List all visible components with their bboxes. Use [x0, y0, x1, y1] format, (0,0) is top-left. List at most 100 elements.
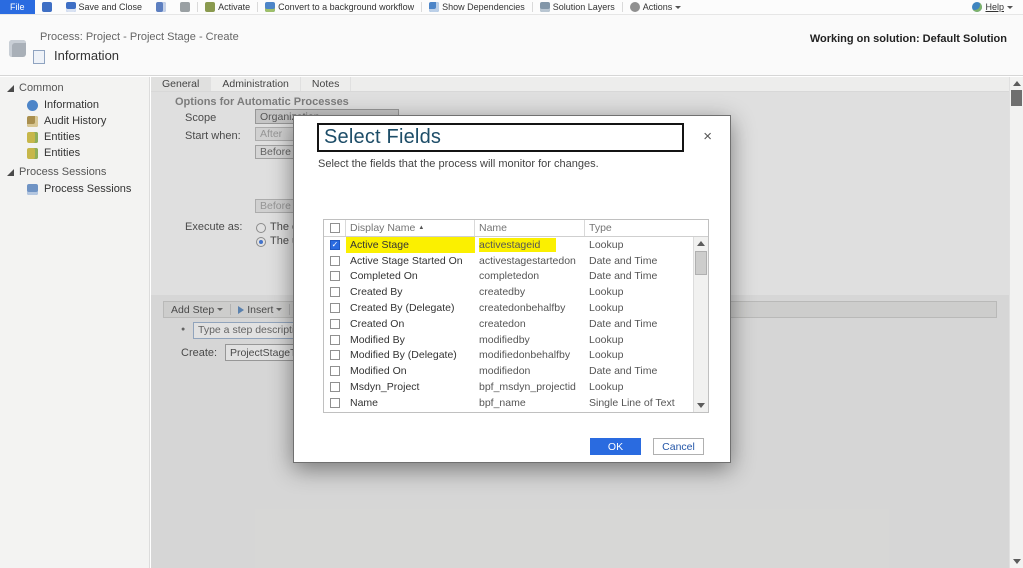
field-schema-name: modifiedon [479, 365, 531, 378]
sidebar-item-entities-1[interactable]: Entities [0, 129, 149, 145]
solution-layers-button[interactable]: Solution Layers [533, 0, 622, 14]
scroll-up-icon [697, 241, 705, 246]
field-schema-name: activestagestartedon [479, 254, 576, 267]
field-schema-name: createdby [479, 286, 526, 299]
field-row[interactable]: Modified By modifiedby Lookup [324, 332, 693, 348]
tab-general[interactable]: General [151, 77, 212, 91]
row-checkbox[interactable] [324, 332, 346, 348]
chevron-down-icon [1007, 5, 1013, 9]
save-and-close-button[interactable]: Save and Close [59, 0, 150, 14]
sort-asc-icon: ▲ [418, 225, 425, 231]
save-as-icon [156, 2, 167, 12]
save-as-button[interactable] [149, 0, 173, 14]
sidebar-section-process-sessions[interactable]: Process Sessions [0, 161, 149, 181]
field-display-name: Created By (Delegate) [350, 302, 455, 315]
field-table-body: ✓ Active Stage activestageid Lookup Active S… [324, 237, 693, 411]
field-display-name: Msdyn_Project [350, 381, 420, 394]
field-schema-name: bpf_msdyn_projectid [479, 381, 576, 394]
field-row[interactable]: Completed On completedon Date and Time [324, 269, 693, 285]
field-row[interactable]: ✓ Active Stage activestageid Lookup [324, 237, 693, 253]
field-type: Lookup [589, 286, 624, 299]
page-scrollbar-thumb[interactable] [1011, 90, 1022, 106]
column-header-name[interactable]: Name [475, 220, 585, 236]
tab-administration[interactable]: Administration [211, 77, 301, 91]
file-menu-button[interactable]: File [0, 0, 35, 14]
row-checkbox[interactable] [324, 316, 346, 332]
row-checkbox[interactable] [324, 395, 346, 411]
field-row[interactable]: Created By createdby Lookup [324, 284, 693, 300]
field-type: Lookup [589, 349, 624, 362]
field-row[interactable]: Active Stage Started On activestagestarte… [324, 253, 693, 269]
row-checkbox[interactable] [324, 300, 346, 316]
save-icon [41, 2, 52, 12]
actions-gear-icon [629, 2, 640, 12]
checkbox-icon [330, 287, 340, 298]
show-dependencies-button[interactable]: Show Dependencies [422, 0, 532, 14]
page-scrollbar[interactable] [1009, 77, 1023, 568]
audit-history-icon [27, 115, 38, 127]
solution-layers-label: Solution Layers [552, 2, 615, 12]
ribbon-toolbar: File Save and Close Activate Convert to … [0, 0, 1023, 15]
table-scrollbar[interactable] [693, 237, 708, 412]
row-checkbox[interactable] [324, 253, 346, 269]
information-page-icon [33, 50, 45, 64]
select-fields-dialog: Select Fields × Select the fields that t… [293, 115, 731, 463]
row-checkbox[interactable] [324, 363, 346, 379]
sidebar-item-audit-history[interactable]: Audit History [0, 113, 149, 129]
field-row[interactable]: Name bpf_name Single Line of Text [324, 395, 693, 411]
page-header: Process: Project - Project Stage - Creat… [0, 15, 1023, 76]
tab-notes[interactable]: Notes [301, 77, 352, 91]
row-checkbox[interactable] [324, 379, 346, 395]
column-label: Display Name [350, 222, 416, 234]
breadcrumb: Process: Project - Project Stage - Creat… [40, 31, 239, 43]
information-icon [27, 99, 38, 111]
cancel-button[interactable]: Cancel [653, 438, 704, 455]
activate-button[interactable]: Activate [198, 0, 257, 14]
field-row[interactable]: Created By (Delegate) createdonbehalfby Lo… [324, 300, 693, 316]
row-checkbox[interactable] [324, 284, 346, 300]
field-schema-name: createdon [479, 317, 526, 330]
export-button[interactable] [173, 0, 197, 14]
convert-workflow-label: Convert to a background workflow [278, 2, 415, 12]
show-dependencies-label: Show Dependencies [442, 2, 525, 12]
ok-button[interactable]: OK [590, 438, 641, 455]
help-label: Help [985, 2, 1004, 12]
table-scroll-down-button[interactable] [694, 399, 708, 412]
field-display-name: Modified By (Delegate) [350, 349, 457, 362]
row-checkbox[interactable]: ✓ [324, 237, 346, 253]
field-type: Date and Time [589, 270, 658, 283]
convert-to-background-workflow-button[interactable]: Convert to a background workflow [258, 0, 421, 14]
help-menu-button[interactable]: Help [972, 2, 1023, 12]
column-header-type[interactable]: Type [585, 220, 708, 236]
row-checkbox[interactable] [324, 269, 346, 285]
field-type: Lookup [589, 333, 624, 346]
table-scrollbar-thumb[interactable] [695, 251, 707, 275]
sidebar-item-entities-2[interactable]: Entities [0, 145, 149, 161]
save-button[interactable] [35, 0, 59, 14]
field-row[interactable]: Msdyn_Project bpf_msdyn_projectid Lookup [324, 379, 693, 395]
table-scroll-up-button[interactable] [694, 237, 708, 250]
dialog-title: Select Fields [324, 126, 442, 148]
sidebar-item-process-sessions[interactable]: Process Sessions [0, 181, 149, 197]
checkbox-icon [330, 271, 340, 282]
field-type: Lookup [589, 238, 624, 251]
actions-menu-button[interactable]: Actions [623, 0, 689, 14]
select-all-checkbox[interactable] [324, 220, 346, 236]
field-display-name: Modified By [350, 333, 405, 346]
field-row[interactable]: Modified On modifiedon Date and Time [324, 363, 693, 379]
scroll-up-button[interactable] [1010, 77, 1023, 90]
sidebar-item-information[interactable]: Information [0, 97, 149, 113]
field-display-name: Completed On [350, 270, 418, 283]
field-row[interactable]: Created On createdon Date and Time [324, 316, 693, 332]
checkbox-icon [329, 223, 340, 233]
scroll-down-button[interactable] [1010, 555, 1023, 568]
field-type: Date and Time [589, 365, 658, 378]
checkbox-icon [330, 397, 340, 408]
section-label: Process Sessions [19, 166, 107, 178]
field-type: Date and Time [589, 317, 658, 330]
close-icon[interactable]: × [703, 129, 712, 144]
field-row[interactable]: Modified By (Delegate) modifiedonbehalfby… [324, 348, 693, 364]
sidebar-section-common[interactable]: Common [0, 77, 149, 97]
column-header-display-name[interactable]: Display Name ▲ [346, 220, 475, 236]
row-checkbox[interactable] [324, 348, 346, 364]
